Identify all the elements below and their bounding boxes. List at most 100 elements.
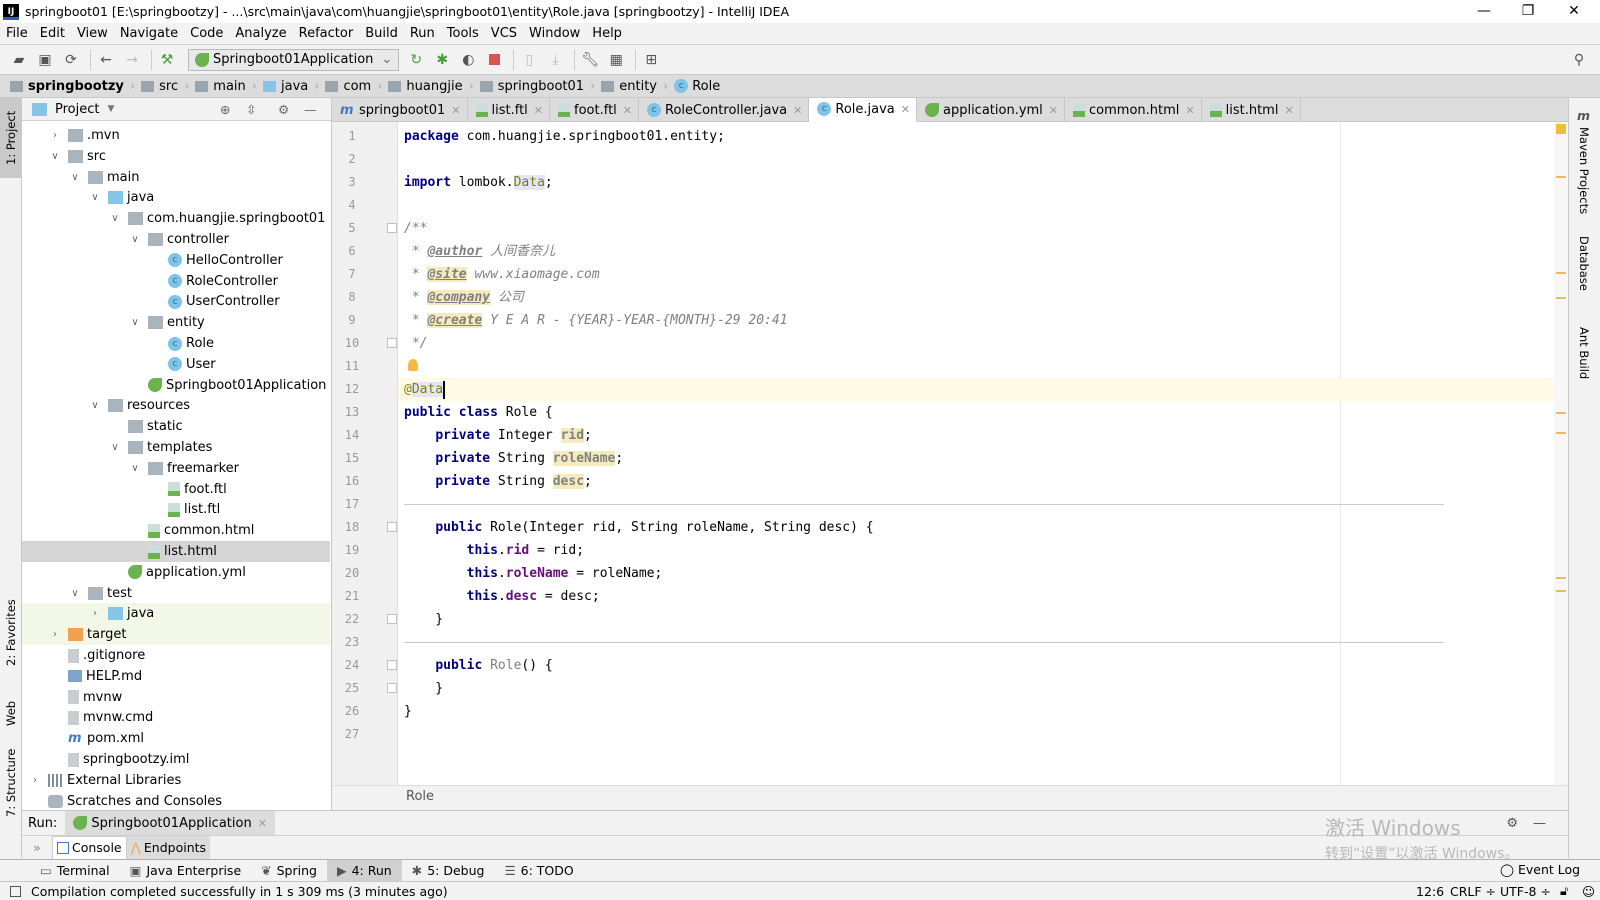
- chevron-down-icon[interactable]: ∨: [108, 442, 122, 453]
- forward-icon[interactable]: →: [121, 49, 143, 71]
- chevron-right-icon[interactable]: ›: [48, 629, 62, 640]
- tab-list-ftl[interactable]: list.ftl ✕: [468, 98, 551, 122]
- close-tab-icon[interactable]: ✕: [793, 104, 802, 117]
- tree-item[interactable]: ∨ com.huangjie.springboot01: [22, 208, 330, 229]
- intention-bulb-icon[interactable]: [408, 359, 418, 371]
- endpoints-tab[interactable]: ⋀ Endpoints: [126, 835, 211, 860]
- warning-marker[interactable]: [1556, 590, 1566, 592]
- tree-item[interactable]: › target: [22, 624, 330, 646]
- tree-item[interactable]: ∨ entity: [22, 312, 330, 333]
- warning-marker[interactable]: [1556, 176, 1566, 178]
- close-tab-icon[interactable]: ✕: [901, 103, 910, 116]
- run-configuration-select[interactable]: Springboot01Application ⌄: [188, 48, 400, 71]
- tree-item[interactable]: c RoleController: [22, 271, 330, 292]
- rerun-icon[interactable]: ↻: [405, 49, 427, 71]
- close-tab-icon[interactable]: ✕: [1185, 104, 1194, 117]
- tab-list-html[interactable]: list.html ✕: [1202, 98, 1301, 122]
- tab-foot-ftl[interactable]: foot.ftl ✕: [550, 98, 640, 122]
- warning-marker[interactable]: [1556, 577, 1566, 579]
- tree-item[interactable]: c User: [22, 354, 330, 375]
- warning-marker[interactable]: [1556, 297, 1566, 299]
- tree-item[interactable]: ∨ main: [22, 167, 330, 188]
- chevron-down-icon[interactable]: ∨: [88, 400, 102, 411]
- tree-item[interactable]: › java: [22, 603, 330, 625]
- chevron-right-icon[interactable]: ›: [28, 775, 42, 786]
- menu-tools[interactable]: Tools: [447, 26, 479, 41]
- chevron-right-icon[interactable]: ›: [88, 608, 102, 619]
- breadcrumb-item[interactable]: com ›: [325, 79, 382, 94]
- menu-vcs[interactable]: VCS: [491, 26, 517, 41]
- tree-item[interactable]: list.html: [22, 541, 330, 562]
- breadcrumb-item[interactable]: entity ›: [601, 79, 668, 94]
- tree-item[interactable]: foot.ftl: [22, 479, 330, 500]
- open-folder-icon[interactable]: ▰: [8, 49, 30, 71]
- hector-inspector-icon[interactable]: ☺: [1582, 884, 1595, 899]
- close-button[interactable]: ✕: [1552, 0, 1596, 23]
- breadcrumb-item[interactable]: src ›: [141, 79, 189, 94]
- tool-window-java-enterprise[interactable]: ▣ Java Enterprise: [120, 860, 252, 882]
- tree-item[interactable]: › .mvn: [22, 125, 330, 146]
- sdk-icon[interactable]: ⊞: [640, 49, 662, 71]
- tool-window-6-todo[interactable]: ☰ 6: TODO: [494, 860, 583, 882]
- menu-code[interactable]: Code: [190, 26, 223, 41]
- stop-icon[interactable]: [483, 49, 505, 71]
- gear-icon[interactable]: ⚙: [278, 102, 289, 117]
- menu-refactor[interactable]: Refactor: [299, 26, 354, 41]
- fold-marker-icon[interactable]: [387, 660, 397, 670]
- breadcrumb-item[interactable]: springboot01 ›: [479, 79, 595, 94]
- build-hammer-icon[interactable]: ⚒: [156, 49, 178, 71]
- tree-item[interactable]: › External Libraries: [22, 770, 330, 791]
- close-tab-icon[interactable]: ✕: [623, 104, 632, 117]
- tree-item[interactable]: Springboot01Application: [22, 375, 330, 396]
- breadcrumb-item[interactable]: c Role: [674, 79, 720, 94]
- tree-item[interactable]: c UserController: [22, 291, 330, 312]
- hide-icon[interactable]: —: [304, 102, 317, 117]
- breadcrumb-item[interactable]: java ›: [262, 79, 319, 94]
- encoding-select[interactable]: UTF-8 ÷: [1500, 884, 1551, 899]
- menu-window[interactable]: Window: [529, 26, 580, 41]
- tree-item[interactable]: Scratches and Consoles: [22, 791, 330, 812]
- fold-marker-icon[interactable]: [387, 338, 397, 348]
- fold-marker-icon[interactable]: [387, 522, 397, 532]
- locate-icon[interactable]: ⊕: [220, 102, 230, 117]
- tree-item[interactable]: ∨ resources: [22, 395, 330, 416]
- chevron-down-icon[interactable]: ∨: [68, 172, 82, 183]
- fold-marker-icon[interactable]: [387, 683, 397, 693]
- lock-icon[interactable]: 🔓︎: [1560, 883, 1568, 899]
- console-tab[interactable]: Console: [52, 835, 127, 860]
- save-icon[interactable]: ▣: [34, 49, 56, 71]
- tool-tab-favorites[interactable]: 2: Favorites: [0, 588, 22, 678]
- tab-rolecontroller-java[interactable]: c RoleController.java ✕: [639, 98, 810, 122]
- chevron-down-icon[interactable]: ▼: [107, 104, 114, 114]
- sync-icon[interactable]: ⟳: [60, 49, 82, 71]
- tree-item[interactable]: springbootzy.iml: [22, 749, 330, 770]
- tree-item[interactable]: application.yml: [22, 562, 330, 583]
- tree-item[interactable]: HELP.md: [22, 666, 330, 687]
- tree-item[interactable]: m pom.xml: [22, 728, 330, 749]
- chevron-down-icon[interactable]: ∨: [48, 151, 62, 162]
- tree-item[interactable]: ∨ freemarker: [22, 458, 330, 479]
- warning-marker[interactable]: [1556, 272, 1566, 274]
- breadcrumb-item[interactable]: main ›: [195, 79, 257, 94]
- close-tab-icon[interactable]: ✕: [1284, 104, 1293, 117]
- tool-window-spring[interactable]: ❦ Spring: [251, 860, 327, 882]
- code-editor[interactable]: 1 2 3 4 5 6 7 8 9 10 11 12 13 14 15 16 17 18 19 20 21 22 23 24 2…: [332, 122, 1568, 785]
- tree-item[interactable]: ∨ test: [22, 583, 330, 604]
- inspection-status-icon[interactable]: [1556, 124, 1566, 134]
- chevron-down-icon[interactable]: ∨: [128, 234, 142, 245]
- breadcrumb-item[interactable]: springbootzy ›: [10, 79, 135, 94]
- menu-file[interactable]: File: [6, 26, 28, 41]
- tool-tab-maven-projects[interactable]: Maven Projects: [1573, 126, 1595, 216]
- tool-window-4-run[interactable]: ▶ 4: Run: [326, 859, 402, 882]
- tool-tab-web[interactable]: Web: [0, 688, 22, 738]
- menu-edit[interactable]: Edit: [40, 26, 65, 41]
- warning-marker[interactable]: [1556, 432, 1566, 434]
- hide-icon[interactable]: —: [1533, 816, 1546, 831]
- project-view-select[interactable]: Project: [55, 102, 99, 117]
- search-everywhere-icon[interactable]: ⚲: [1568, 49, 1590, 71]
- menu-navigate[interactable]: Navigate: [120, 26, 178, 41]
- line-separator-select[interactable]: CRLF ÷: [1450, 884, 1496, 899]
- tool-tab-database[interactable]: Database: [1573, 228, 1595, 298]
- vcs-commit-icon[interactable]: ⤓: [544, 49, 566, 71]
- close-tab-icon[interactable]: ✕: [451, 104, 460, 117]
